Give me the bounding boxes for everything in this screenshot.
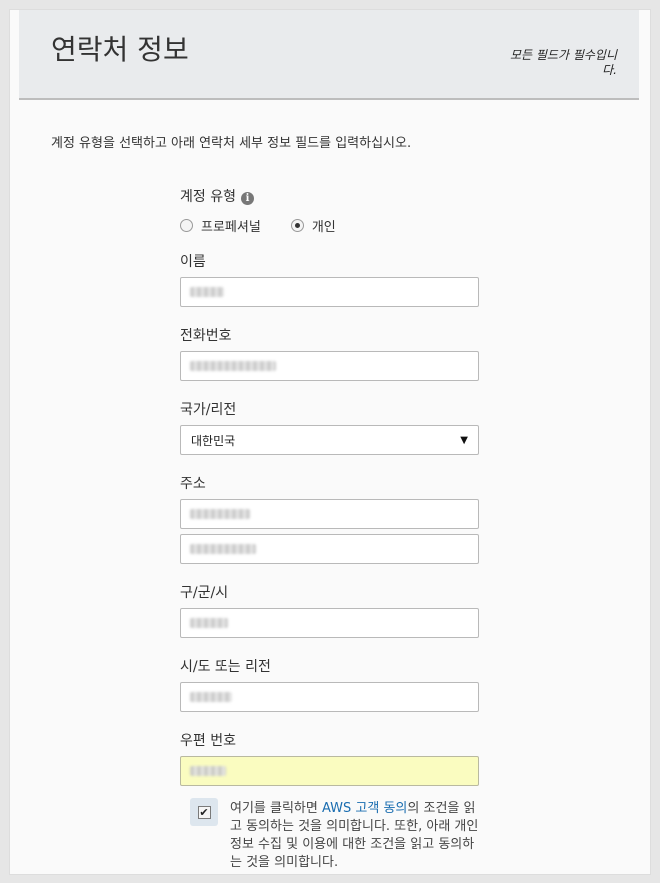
contact-info-card: 연락처 정보 모든 필드가 필수입니다. 계정 유형을 선택하고 아래 연락처 … <box>9 9 651 875</box>
phone-input[interactable] <box>180 351 479 381</box>
country-label: 국가/리전 <box>180 402 237 418</box>
intro-text: 계정 유형을 선택하고 아래 연락처 세부 정보 필드를 입력하십시오. <box>51 136 412 151</box>
postal-input[interactable] <box>180 756 479 786</box>
country-select[interactable]: 대한민국 ▼ <box>180 425 479 455</box>
agreement-suffix: 의 조건 <box>407 801 448 816</box>
account-type-label-text: 계정 유형 <box>180 189 236 205</box>
agreement-text: 여기를 클릭하면 AWS 고객 동의의 조건을 읽고 동의하는 것을 의미합니다… <box>230 800 485 872</box>
account-type-label: 계정 유형 i <box>180 186 254 206</box>
address-line2-input[interactable] <box>180 534 479 564</box>
state-input[interactable] <box>180 682 479 712</box>
redacted-value <box>190 544 256 554</box>
required-fields-note: 모든 필드가 필수입니다. <box>510 48 617 77</box>
page-title: 연락처 정보 <box>51 33 189 66</box>
country-selected-value: 대한민국 <box>191 433 236 448</box>
redacted-value <box>190 692 232 702</box>
postal-label: 우편 번호 <box>180 733 236 749</box>
account-type-radio-group: 프로페셔널 개인 <box>180 216 366 235</box>
address-label: 주소 <box>180 476 206 492</box>
state-label: 시/도 또는 리전 <box>180 659 271 675</box>
agreement-checkbox-wrap[interactable]: ✔ <box>190 798 218 826</box>
redacted-value <box>190 287 224 297</box>
radio-personal-label: 개인 <box>311 220 336 235</box>
city-input[interactable] <box>180 608 479 638</box>
phone-label: 전화번호 <box>180 328 232 344</box>
redacted-value <box>190 509 250 519</box>
radio-professional-label: 프로페셔널 <box>201 220 261 235</box>
name-input[interactable] <box>180 277 479 307</box>
radio-option-professional[interactable]: 프로페셔널 <box>180 216 261 235</box>
city-label: 구/군/시 <box>180 585 229 601</box>
agreement-section: ✔ 여기를 클릭하면 AWS 고객 동의의 조건을 읽고 동의하는 것을 의미합… <box>190 798 490 872</box>
dropdown-caret-icon: ▼ <box>460 434 468 446</box>
page-header: 연락처 정보 모든 필드가 필수입니다. <box>19 10 639 100</box>
radio-option-personal[interactable]: 개인 <box>290 216 336 235</box>
name-label: 이름 <box>180 254 206 270</box>
aws-customer-agreement-link[interactable]: AWS 고객 동의 <box>322 801 407 816</box>
address-line1-input[interactable] <box>180 499 479 529</box>
radio-personal[interactable] <box>290 219 304 232</box>
redacted-value <box>190 361 276 371</box>
radio-professional[interactable] <box>180 219 193 232</box>
agreement-checkbox[interactable]: ✔ <box>197 805 211 819</box>
redacted-value <box>190 766 226 776</box>
redacted-value <box>190 618 228 628</box>
agreement-prefix: 여기를 클릭하면 <box>230 801 322 816</box>
info-icon[interactable]: i <box>240 192 254 205</box>
